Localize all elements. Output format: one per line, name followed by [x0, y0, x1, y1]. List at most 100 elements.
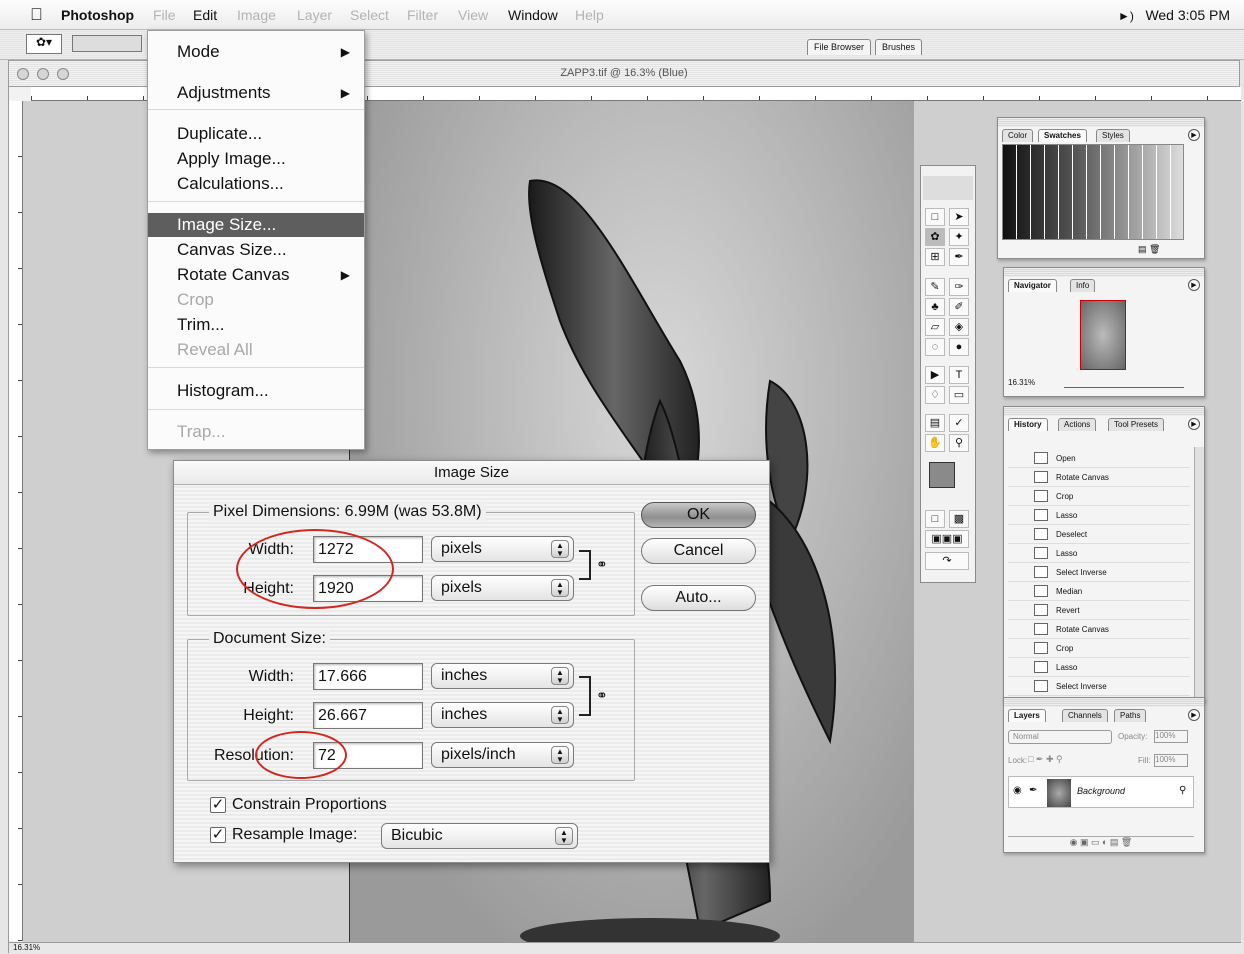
quickmask-mode-icon[interactable]: ▩: [949, 510, 969, 528]
palette-menu-icon[interactable]: ▶: [1188, 129, 1200, 141]
history-item[interactable]: Rotate Canvas: [1008, 468, 1190, 487]
tab-info[interactable]: Info: [1070, 279, 1096, 292]
history-brush-icon[interactable]: ✐: [949, 298, 969, 316]
crop-tool-icon[interactable]: ⊞: [925, 248, 945, 266]
history-item[interactable]: Lasso: [1008, 544, 1190, 563]
tab-history[interactable]: History: [1008, 418, 1048, 431]
dialog-title[interactable]: Image Size: [174, 461, 769, 485]
healing-brush-icon[interactable]: ✎: [925, 278, 945, 296]
magic-wand-tool-icon[interactable]: ✦: [949, 228, 969, 246]
lasso-tool-icon[interactable]: ✿: [925, 228, 945, 246]
stamp-tool-icon[interactable]: ♣: [925, 298, 945, 316]
menu-file[interactable]: File: [153, 7, 176, 23]
fill-field[interactable]: 100%: [1154, 754, 1188, 767]
notes-tool-icon[interactable]: ▤: [925, 414, 945, 432]
lasso-tool-preset-icon[interactable]: ✿▾: [26, 34, 62, 54]
pen-tool-icon[interactable]: ♢: [925, 386, 945, 404]
palette-titlebar[interactable]: [998, 118, 1204, 127]
history-item[interactable]: Revert: [1008, 601, 1190, 620]
resample-method-select[interactable]: Bicubic ▲ ▼: [381, 823, 578, 849]
hand-tool-icon[interactable]: ✋: [925, 434, 945, 452]
zoom-tool-icon[interactable]: ⚲: [949, 434, 969, 452]
menu-item-duplicate[interactable]: Duplicate...: [148, 122, 364, 146]
navigator-zoom-slider[interactable]: [1064, 380, 1184, 388]
brush-tool-icon[interactable]: ✑: [949, 278, 969, 296]
tab-layers[interactable]: Layers: [1008, 709, 1046, 722]
doc-height-input[interactable]: 26.667: [313, 702, 423, 729]
menu-select[interactable]: Select: [350, 7, 389, 23]
ok-button[interactable]: OK: [641, 502, 756, 528]
layer-actions-icons[interactable]: ◉ ▣ ▭ ◐ ▤ 🗑: [1008, 836, 1194, 850]
tab-paths[interactable]: Paths: [1114, 709, 1147, 722]
menu-layer[interactable]: Layer: [297, 7, 332, 23]
resample-image-label[interactable]: Resample Image:: [232, 826, 357, 844]
menu-item-canvas-size[interactable]: Canvas Size...: [148, 238, 364, 262]
history-item[interactable]: Deselect: [1008, 525, 1190, 544]
tab-channels[interactable]: Channels: [1062, 709, 1108, 722]
menu-item-calculations[interactable]: Calculations...: [148, 172, 364, 196]
bucket-tool-icon[interactable]: ◈: [949, 318, 969, 336]
menu-item-rotate-canvas[interactable]: Rotate Canvas ▶: [148, 263, 364, 287]
tab-navigator[interactable]: Navigator: [1008, 279, 1057, 292]
tab-file-browser[interactable]: File Browser: [807, 39, 872, 55]
pixel-width-unit-select[interactable]: pixels ▲ ▼: [431, 536, 574, 562]
menu-filter[interactable]: Filter: [407, 7, 438, 23]
menu-view[interactable]: View: [458, 7, 488, 23]
layer-row[interactable]: ◉ ✒ Background ⚲: [1008, 776, 1194, 808]
cancel-button[interactable]: Cancel: [641, 538, 756, 564]
menu-help[interactable]: Help: [575, 7, 604, 23]
dodge-tool-icon[interactable]: ●: [949, 338, 969, 356]
screen-mode-icon[interactable]: ▣▣▣: [925, 530, 969, 548]
palette-menu-icon[interactable]: ▶: [1188, 418, 1200, 430]
selection-mode-icons[interactable]: [72, 35, 142, 52]
blur-tool-icon[interactable]: ◌: [925, 338, 945, 356]
doc-width-input[interactable]: 17.666: [313, 663, 423, 690]
jump-to-imageready-icon[interactable]: ↷: [925, 552, 969, 570]
menu-item-mode[interactable]: Mode ▶: [148, 40, 364, 64]
blend-mode-select[interactable]: Normal: [1008, 730, 1112, 744]
history-item[interactable]: Select Inverse: [1008, 563, 1190, 582]
doc-width-unit-select[interactable]: inches ▲ ▼: [431, 663, 574, 689]
menu-window[interactable]: Window: [508, 7, 558, 23]
apple-icon[interactable]: : [30, 5, 43, 25]
lock-icons[interactable]: □ ✒ ✚ ⚲: [1028, 754, 1063, 765]
opacity-field[interactable]: 100%: [1154, 730, 1188, 743]
standard-mode-icon[interactable]: □: [925, 510, 945, 528]
swatch-grid[interactable]: [1002, 144, 1184, 240]
swatch-actions-icon[interactable]: ▤ 🗑: [1138, 244, 1160, 255]
palette-menu-icon[interactable]: ▶: [1188, 709, 1200, 721]
tab-styles[interactable]: Styles: [1096, 129, 1130, 142]
history-item[interactable]: Select Inverse: [1008, 677, 1190, 696]
history-item[interactable]: Open: [1008, 449, 1190, 468]
history-scrollbar[interactable]: [1194, 447, 1204, 697]
palette-titlebar[interactable]: [1004, 698, 1204, 707]
slice-tool-icon[interactable]: ✒: [949, 248, 969, 266]
eraser-tool-icon[interactable]: ▱: [925, 318, 945, 336]
volume-icon[interactable]: ►): [1118, 9, 1134, 23]
zoom-status[interactable]: 16.31%: [13, 943, 40, 952]
shape-tool-icon[interactable]: ▭: [949, 386, 969, 404]
eyedropper-tool-icon[interactable]: ✓: [949, 414, 969, 432]
brush-link-icon[interactable]: ✒: [1029, 785, 1037, 796]
tab-color[interactable]: Color: [1002, 129, 1034, 142]
palette-menu-icon[interactable]: ▶: [1188, 279, 1200, 291]
menu-edit[interactable]: Edit: [193, 7, 217, 23]
palette-titlebar[interactable]: [1004, 407, 1204, 416]
pixel-height-unit-select[interactable]: pixels ▲ ▼: [431, 575, 574, 601]
navigator-zoom[interactable]: 16.31%: [1008, 378, 1035, 387]
layer-name[interactable]: Background: [1077, 786, 1125, 796]
toolbox-logo-icon[interactable]: [923, 176, 973, 200]
menubar-clock[interactable]: Wed 3:05 PM: [1145, 7, 1230, 23]
tab-actions[interactable]: Actions: [1058, 418, 1097, 431]
history-item[interactable]: Lasso: [1008, 658, 1190, 677]
resolution-unit-select[interactable]: pixels/inch ▲ ▼: [431, 742, 574, 768]
history-item[interactable]: Median: [1008, 582, 1190, 601]
doc-height-unit-select[interactable]: inches ▲ ▼: [431, 702, 574, 728]
tab-brushes[interactable]: Brushes: [875, 39, 923, 55]
menu-app[interactable]: Photoshop: [61, 7, 134, 23]
resample-image-checkbox[interactable]: ✓: [210, 827, 226, 843]
constrain-proportions-label[interactable]: Constrain Proportions: [232, 796, 387, 814]
menu-image[interactable]: Image: [237, 7, 276, 23]
marquee-tool-icon[interactable]: □: [925, 208, 945, 226]
menu-item-trim[interactable]: Trim...: [148, 313, 364, 337]
